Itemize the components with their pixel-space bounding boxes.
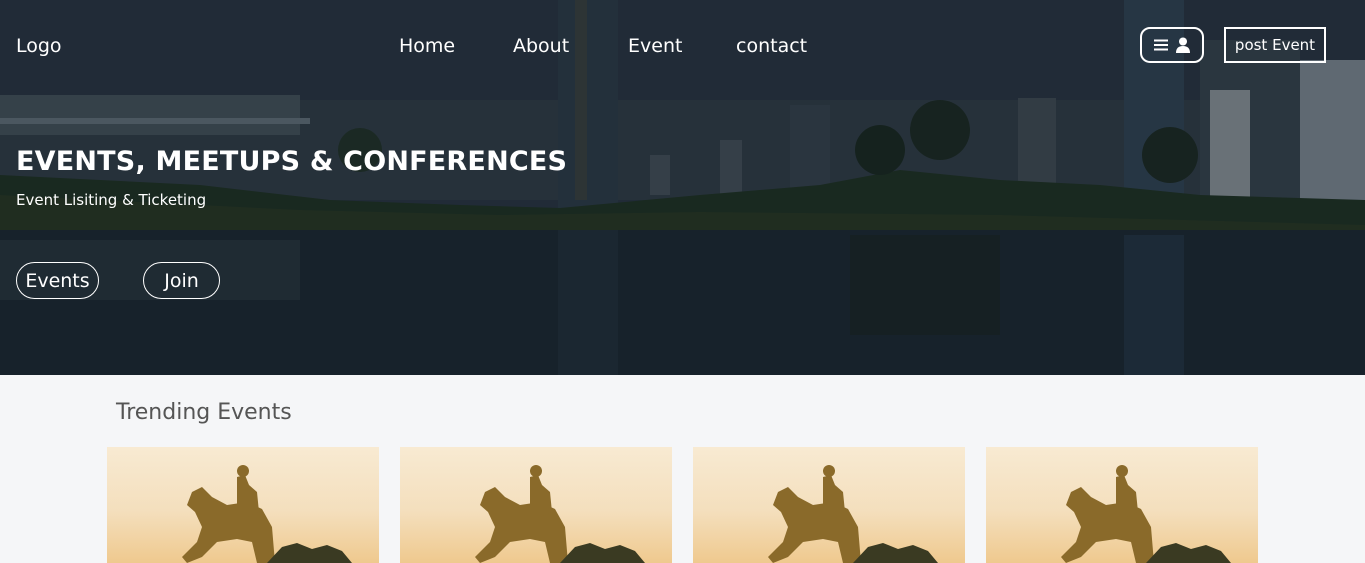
equestrian-statue-image [1061,465,1231,563]
event-card[interactable] [400,447,672,563]
equestrian-statue-image [475,465,645,563]
top-navbar: Logo Home About Event contact post Event [0,0,1365,92]
nav-contact-link[interactable]: contact [736,35,807,57]
user-menu-button[interactable] [1140,27,1204,63]
post-event-button[interactable]: post Event [1224,27,1326,63]
event-card[interactable] [107,447,379,563]
hero-subtitle: Event Lisiting & Ticketing [16,191,207,209]
event-card[interactable] [693,447,965,563]
trending-events-title: Trending Events [116,400,292,425]
nav-about-link[interactable]: About [513,35,569,57]
equestrian-statue-image [182,465,352,563]
event-card[interactable] [986,447,1258,563]
equestrian-statue-image [768,465,938,563]
events-button[interactable]: Events [16,262,99,299]
nav-event-link[interactable]: Event [628,35,682,57]
user-icon [1176,37,1190,53]
nav-home-link[interactable]: Home [399,35,455,57]
hero-banner: Logo Home About Event contact post Event… [0,0,1365,375]
menu-icon [1154,39,1168,51]
join-button[interactable]: Join [143,262,220,299]
hero-title: EVENTS, MEETUPS & CONFERENCES [16,146,568,177]
